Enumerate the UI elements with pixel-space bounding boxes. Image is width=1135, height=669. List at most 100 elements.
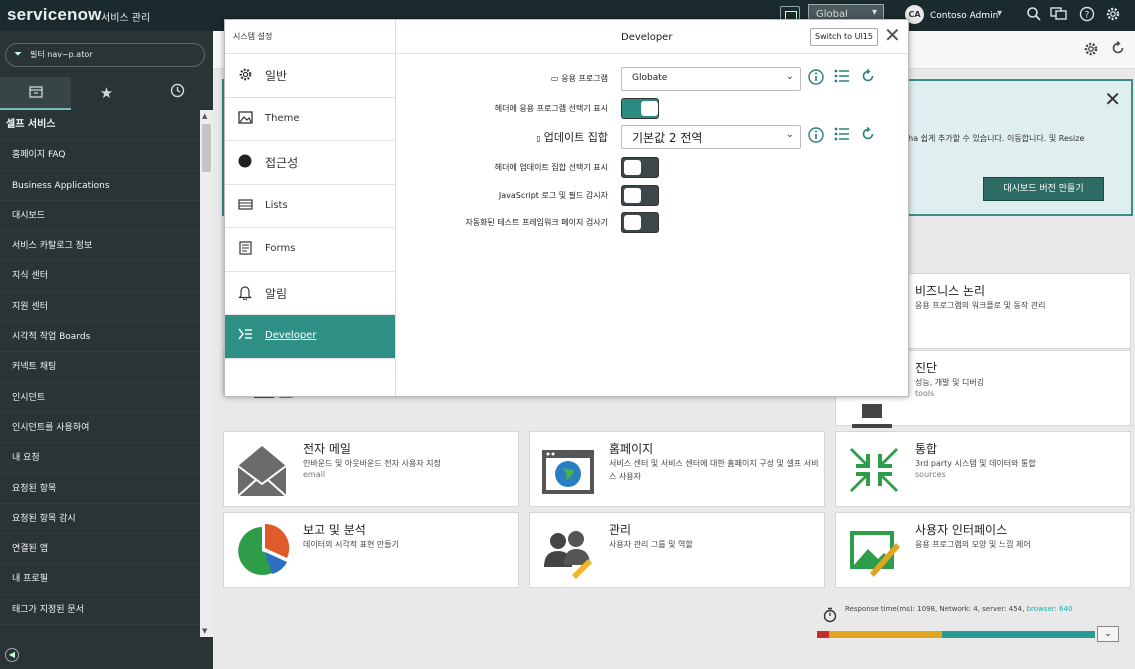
application-select[interactable]: Globate ⌄ [621,67,801,91]
nav-item[interactable]: 내 요청 [0,443,200,474]
developer-settings-panel: Developer Switch to UI15 ✕ ▭ 응용 프로그램 Glob… [397,20,908,396]
list-view-icon[interactable] [832,127,852,147]
card-admin[interactable]: 관리 사용자 관리 그룹 및 역할 [529,512,825,588]
card-title: 통합 [915,442,938,456]
card-user-interface[interactable]: 사용자 인터페이스 응용 프로그램의 모양 및 느낌 제어 [835,512,1131,588]
category-label: Forms [265,243,296,254]
card-reports[interactable]: 보고 및 분석 데이터의 시각적 표현 만들기 [223,512,519,588]
update-set-label: ▯ 업데이트 집합 [531,129,608,145]
close-modal-icon[interactable]: ✕ [884,25,901,45]
nav-item[interactable]: 태그가 지정된 문서 [0,595,200,626]
search-icon[interactable] [1025,6,1043,24]
list-icon [237,198,253,214]
browser-time: browser: 640 [1026,605,1073,613]
modal-left-title: 시스템 설정 [225,20,395,54]
category-developer[interactable]: Developer [225,315,395,359]
info-icon[interactable] [806,127,826,147]
user-menu-chevron-icon[interactable]: ▾ [997,8,1002,19]
help-icon[interactable]: ? [1078,6,1096,24]
gear-icon[interactable] [1104,6,1122,24]
svg-text:?: ? [1085,11,1090,21]
user-name[interactable]: Contoso Admin [930,11,998,21]
js-log-toggle[interactable] [621,185,659,206]
app-title: 서비스 관리 [101,13,151,24]
category-notifications[interactable]: 알림 [225,272,395,315]
scroll-up-icon[interactable]: ▲ [202,112,207,120]
toggle-knob [624,188,641,203]
category-lists[interactable]: Lists [225,185,395,228]
settings-categories: 시스템 설정 일반 Theme 접근성 Lists Forms 알림 Devel… [225,20,396,396]
nav-item[interactable]: Business Applications [0,171,200,201]
nav-item[interactable]: 요청된 항목 [0,474,200,504]
archive-icon [28,86,43,98]
response-time: Response time(ms): 1098, Network: 4, ser… [845,605,1072,613]
show-update-set-row: 헤더에 업데이트 집합 선택기 표시 [397,156,908,180]
tab-favorites[interactable]: ★ [71,77,142,110]
collapse-nav-icon[interactable]: ◀ [5,648,19,662]
show-app-picker-label: 헤더에 응용 프로그램 선택기 표시 [494,104,608,113]
response-time-text: Response time(ms): 1098, Network: 4, ser… [845,605,1027,613]
show-update-set-toggle[interactable] [621,157,659,178]
category-label: Theme [265,112,300,124]
atf-inspector-toggle[interactable] [621,212,659,233]
card-homepage[interactable]: 홈페이지 서비스 센터 및 서비스 센터에 대한 홈페이지 구성 및 셀프 서비… [529,431,825,507]
nav-item[interactable]: 홈페이지 FAQ [0,140,200,171]
list-view-icon[interactable] [832,69,852,89]
nav-item[interactable]: 인시던트를 사용하여 [0,413,200,444]
category-accessibility[interactable]: 접근성 [225,141,395,185]
category-theme[interactable]: Theme [225,98,395,141]
users-icon [544,531,592,579]
nav-item[interactable]: 연결된 앱 [0,534,200,565]
toggle-knob [641,101,658,116]
card-desc: 응용 프로그램의 모양 및 느낌 제어 [915,540,1031,549]
card-email[interactable]: 전자 메일 인바운드 및 아웃바운드 전자 사용자 지정 email [223,431,519,507]
nav-item[interactable]: 서비스 카탈로그 정보 [0,231,200,262]
response-time-bar [817,631,1095,638]
show-app-picker-toggle[interactable] [621,98,659,119]
card-integration[interactable]: 통합 3rd party 시스템 및 데이터와 통합 sources [835,431,1131,507]
category-forms[interactable]: Forms [225,228,395,272]
nav-item[interactable]: 커넥트 채팅 [0,352,200,383]
scrollbar-thumb[interactable] [202,124,211,172]
refresh-icon[interactable] [858,126,878,147]
nav-item[interactable]: 대시보드 [0,201,200,232]
nav-section-header[interactable]: 셀프 서비스 [0,110,200,141]
category-general[interactable]: 일반 [225,54,395,98]
close-icon[interactable]: ✕ [1104,87,1121,111]
star-icon: ★ [99,84,114,102]
settings-gear-icon[interactable] [1083,41,1099,61]
nav-item[interactable]: 내 프로필 [0,564,200,595]
nav-item[interactable]: 요청된 항목 감시 [0,504,200,535]
servicenow-logo[interactable]: servicenow [7,5,102,25]
nav-item[interactable]: 시각적 작업 Boards [0,322,200,353]
switch-to-ui15-button[interactable]: Switch to UI15 [810,28,878,46]
nav-item[interactable]: 지식 센터 [0,261,200,292]
tab-all-apps[interactable] [0,77,71,110]
js-log-label: JavaScript 로그 및 필드 감시자 [498,191,608,200]
info-icon[interactable] [806,69,826,89]
toggle-knob [624,215,641,230]
create-dashboard-button[interactable]: 대시보드 버전 만들기 [983,177,1104,201]
scroll-down-icon[interactable]: ▼ [202,627,207,635]
nav-item[interactable]: 지원 센터 [0,292,200,323]
application-icon: ▭ [550,74,559,83]
nav-tabs: ★ [0,77,213,110]
card-title: 비즈니스 논리 [915,284,986,298]
application-select-value: Globate [632,73,668,83]
perf-expand-icon[interactable]: ⌄ [1097,626,1119,642]
nav-item[interactable]: 인시던트 [0,383,200,413]
js-log-row: JavaScript 로그 및 필드 감시자 [397,184,908,208]
nav-scrollbar[interactable]: ▲ ▼ [200,110,213,637]
card-title: 보고 및 분석 [303,523,366,537]
card-sub: tools [915,389,935,398]
card-title: 전자 메일 [303,442,351,456]
refresh-icon[interactable] [1111,40,1125,59]
chat-icon[interactable] [1050,6,1068,24]
filter-input[interactable]: ⏷ 필터 nav~p.ator [5,43,205,67]
refresh-icon[interactable] [858,68,878,89]
update-set-select[interactable]: 기본값 2 전역 ⌄ [621,125,801,149]
picture-brush-icon [850,531,900,577]
perf-segment-browser [942,631,1095,638]
tab-history[interactable] [142,77,213,110]
card-desc: 데이터의 시각적 표현 만들기 [303,540,399,549]
